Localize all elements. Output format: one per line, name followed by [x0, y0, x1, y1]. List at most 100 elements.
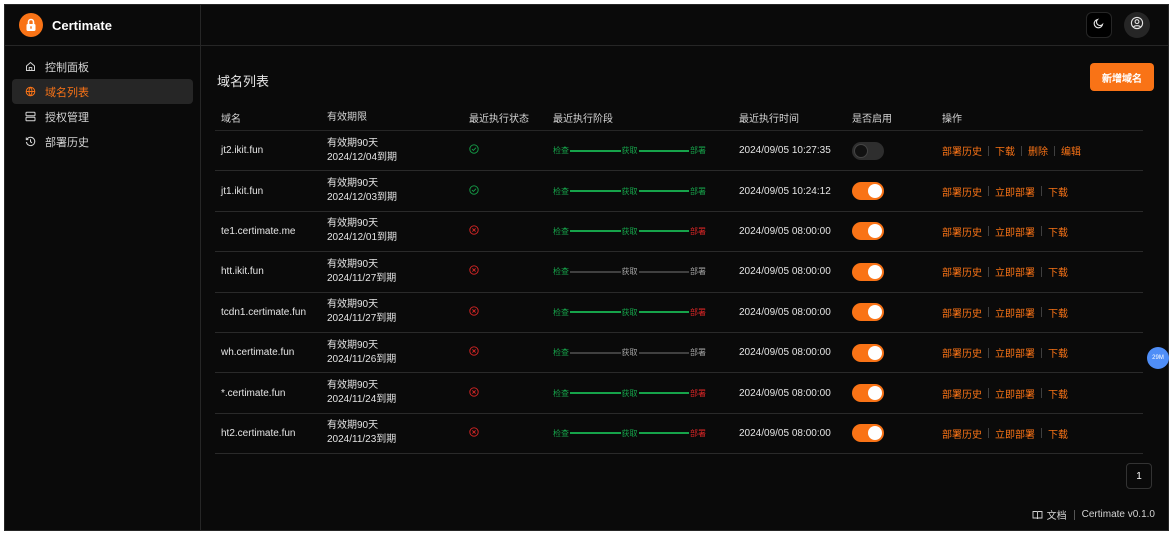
history-icon [24, 136, 36, 148]
actions-cell: 部署历史 立即部署 下载 [942, 305, 1143, 320]
main-content: 域名列表 新增域名 域名 有效期限 最近执行状态 最近执行阶段 最近执行时间 是否启用 操作… [201, 5, 1168, 530]
table-row: *.certimate.fun 有效期90天 2024/11/24到期 检查 获取 部署 2… [215, 373, 1143, 414]
enabled-toggle[interactable] [852, 424, 884, 443]
sidebar-item-2[interactable]: 授权管理 [12, 104, 193, 129]
domain-table: 域名 有效期限 最近执行状态 最近执行阶段 最近执行时间 是否启用 操作 jt2.ikit.… [215, 105, 1143, 455]
action-divider [988, 266, 989, 277]
expiry-date: 2024/11/27到期 [327, 313, 397, 325]
action-link[interactable]: 下载 [1048, 305, 1068, 320]
domain-cell: htt.ikit.fun [221, 266, 264, 278]
stage-cell: 检查 获取 部署 [553, 186, 739, 197]
action-link[interactable]: 下载 [1048, 224, 1068, 239]
domain-cell: te1.certimate.me [221, 225, 296, 237]
table-row: wh.certimate.fun 有效期90天 2024/11/26到期 检查 获取 部署… [215, 333, 1143, 374]
enabled-cell [852, 222, 942, 241]
stage-label-deploy: 部署 [690, 388, 706, 398]
validity-cell: 有效期90天 2024/11/26到期 [327, 339, 463, 367]
domain-cell: *.certimate.fun [221, 387, 286, 399]
action-link[interactable]: 部署历史 [942, 224, 982, 239]
x-circle-icon [469, 386, 479, 400]
time-cell: 2024/09/05 10:27:35 [739, 145, 831, 157]
action-link[interactable]: 立即部署 [995, 386, 1035, 401]
check-circle-icon [469, 144, 479, 157]
action-link[interactable]: 立即部署 [995, 224, 1035, 239]
column-header: 有效期限 [327, 111, 367, 123]
action-link[interactable]: 立即部署 [995, 264, 1035, 279]
x-circle-icon [469, 427, 479, 440]
validity-cell: 有效期90天 2024/12/04到期 [327, 137, 463, 165]
pagination-page-1[interactable]: 1 [1126, 463, 1152, 489]
table-row: htt.ikit.fun 有效期90天 2024/11/27到期 检查 获取 部署 2024… [215, 252, 1143, 293]
action-link[interactable]: 部署历史 [942, 426, 982, 441]
row-actions: 部署历史 立即部署 下载 [942, 184, 1143, 199]
action-link[interactable]: 下载 [1048, 184, 1068, 199]
enabled-toggle[interactable] [852, 262, 884, 281]
enabled-toggle[interactable] [852, 222, 884, 241]
table-row: ht2.certimate.fun 有效期90天 2024/11/23到期 检查 获取 部… [215, 414, 1143, 455]
add-domain-button[interactable]: 新增域名 [1090, 63, 1154, 91]
validity-cell: 有效期90天 2024/12/01到期 [327, 217, 463, 245]
expiry-date: 2024/11/23到期 [327, 434, 397, 446]
footer-divider [1073, 509, 1075, 520]
action-link[interactable]: 部署历史 [942, 345, 982, 360]
enabled-toggle[interactable] [852, 182, 884, 201]
action-link[interactable]: 立即部署 [995, 426, 1035, 441]
action-link[interactable]: 下载 [1048, 426, 1068, 441]
stage-label-check: 检查 [553, 267, 569, 277]
sidebar-item-label: 域名列表 [45, 86, 89, 99]
x-circle-icon [469, 306, 479, 319]
stage-connector [638, 392, 689, 395]
action-link[interactable]: 立即部署 [995, 305, 1035, 320]
table-header: 域名 有效期限 最近执行状态 最近执行阶段 最近执行时间 是否启用 操作 [215, 105, 1143, 131]
page-title: 域名列表 [217, 74, 270, 89]
action-link[interactable]: 部署历史 [942, 386, 982, 401]
enabled-cell [852, 262, 942, 281]
column-header: 操作 [942, 114, 962, 125]
actions-cell: 部署历史 立即部署 下载 [942, 224, 1143, 239]
action-link[interactable]: 下载 [1048, 386, 1068, 401]
docs-link[interactable]: 文档 [1047, 507, 1067, 522]
action-link[interactable]: 编辑 [1061, 143, 1081, 158]
stage-label-obtain: 获取 [621, 146, 638, 156]
action-link[interactable]: 部署历史 [942, 143, 982, 158]
time-cell: 2024/09/05 08:00:00 [739, 427, 831, 439]
action-link[interactable]: 部署历史 [942, 184, 982, 199]
action-link[interactable]: 立即部署 [995, 184, 1035, 199]
enabled-toggle[interactable] [852, 343, 884, 362]
enabled-toggle[interactable] [852, 384, 884, 403]
stage-connector [638, 190, 689, 193]
validity-period: 有效期90天 [327, 299, 379, 311]
action-link[interactable]: 下载 [995, 143, 1015, 158]
action-link[interactable]: 下载 [1048, 345, 1068, 360]
user-menu-button[interactable] [1124, 12, 1150, 38]
app-name: Certimate [52, 17, 112, 33]
server-icon [24, 111, 36, 123]
theme-toggle-button[interactable] [1086, 12, 1112, 38]
action-divider [988, 186, 989, 197]
action-link[interactable]: 下载 [1048, 264, 1068, 279]
validity-cell: 有效期90天 2024/11/24到期 [327, 379, 463, 407]
stage-cell: 检查 获取 部署 [553, 347, 739, 358]
action-divider [1021, 145, 1022, 156]
sidebar-item-3[interactable]: 部署历史 [12, 129, 193, 154]
action-link[interactable]: 部署历史 [942, 264, 982, 279]
action-link[interactable]: 部署历史 [942, 305, 982, 320]
stage-label-obtain: 获取 [621, 348, 638, 358]
action-divider [988, 226, 989, 237]
toggle-knob [868, 224, 882, 239]
enabled-toggle[interactable] [852, 141, 884, 160]
stage-connector [570, 149, 621, 152]
status-cell [463, 306, 553, 319]
row-actions: 部署历史 立即部署 下载 [942, 426, 1143, 441]
action-link[interactable]: 立即部署 [995, 345, 1035, 360]
sidebar-item-0[interactable]: 控制面板 [12, 54, 193, 79]
enabled-toggle[interactable] [852, 303, 884, 322]
floating-badge[interactable]: 29M [1147, 347, 1169, 369]
brand[interactable]: Certimate [5, 5, 200, 46]
status-cell [463, 346, 553, 359]
sidebar-item-1[interactable]: 域名列表 [12, 79, 193, 104]
validity-cell: 有效期90天 2024/11/23到期 [327, 419, 463, 447]
action-link[interactable]: 删除 [1028, 143, 1048, 158]
table-row: jt1.ikit.fun 有效期90天 2024/12/03到期 检查 获取 部署 2024… [215, 171, 1143, 212]
toggle-knob [868, 305, 882, 320]
